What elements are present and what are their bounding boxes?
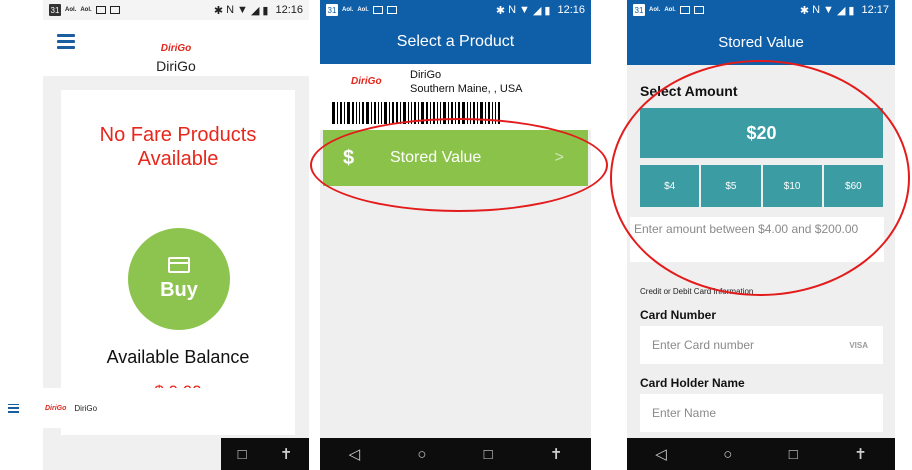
bluetooth-icon: ✱ <box>213 4 224 17</box>
chevron-right-icon: > <box>554 149 564 166</box>
select-amount-heading: Select Amount <box>640 83 738 99</box>
image-icon <box>693 6 704 14</box>
calendar-icon: 31 <box>633 4 645 16</box>
android-nav-bar: □ ✝ <box>221 438 309 470</box>
status-bar: 31 Aol. Aol. ✱ N ▼ ◢ ▮ 12:17 <box>627 0 895 20</box>
dollar-icon: $ <box>343 146 355 169</box>
accessibility-icon[interactable]: ✝ <box>280 445 293 463</box>
agency-info: DiriGo DiriGo Southern Maine, , USA <box>320 64 591 130</box>
collapsed-app-header: DiriGo DiriGo <box>0 388 220 428</box>
wifi-icon: ▼ <box>519 4 530 16</box>
app-title: DiriGo <box>74 403 98 413</box>
card-number-label: Card Number <box>640 308 717 322</box>
product-label: Stored Value <box>390 149 482 166</box>
buy-button[interactable]: Buy <box>128 228 230 330</box>
accessibility-icon[interactable]: ✝ <box>550 445 563 463</box>
home-icon[interactable]: ○ <box>417 446 426 463</box>
calendar-icon: 31 <box>326 4 338 16</box>
credit-card-hand-icon <box>168 256 190 273</box>
bluetooth-icon: ✱ <box>799 4 810 17</box>
battery-icon: ▮ <box>262 4 269 17</box>
battery-icon: ▮ <box>848 4 855 17</box>
nfc-icon: N <box>226 4 235 16</box>
agency-logo: DiriGo <box>351 76 382 87</box>
app-header: DiriGo DiriGo <box>43 20 309 76</box>
app-title: DiriGo <box>156 58 196 74</box>
menu-icon[interactable] <box>8 403 19 413</box>
signal-icon: ◢ <box>250 4 260 17</box>
back-icon[interactable]: ◁ <box>655 445 667 463</box>
available-balance-label: Available Balance <box>106 347 250 367</box>
balance-card: No Fare Products Available Buy Available… <box>61 90 295 435</box>
image-icon <box>386 6 397 14</box>
page-title: Stored Value <box>627 20 895 65</box>
calendar-icon: 31 <box>49 4 61 16</box>
accessibility-icon[interactable]: ✝ <box>854 445 867 463</box>
status-bar: 31 Aol. Aol. ✱ N ▼ ◢ ▮ 12:16 <box>320 0 591 20</box>
agency-logo: DiriGo <box>160 43 192 54</box>
recents-icon[interactable]: □ <box>789 446 798 463</box>
recents-icon[interactable]: □ <box>484 446 493 463</box>
amount-option-5[interactable]: $5 <box>701 165 761 207</box>
amount-option-10[interactable]: $10 <box>762 165 822 207</box>
gallery-icon <box>679 6 690 14</box>
agency-logo: DiriGo <box>45 404 67 412</box>
agency-location: Southern Maine, , USA <box>410 83 523 95</box>
status-time: 12:16 <box>557 4 585 16</box>
page-title: Select a Product <box>320 20 591 64</box>
product-stored-value[interactable]: $ Stored Value > <box>323 130 588 186</box>
home-icon[interactable]: ○ <box>723 446 732 463</box>
barcode <box>332 102 578 124</box>
status-time: 12:16 <box>275 4 303 16</box>
aol-icon: Aol. <box>649 7 661 13</box>
battery-icon: ▮ <box>544 4 551 17</box>
status-bar: 31 Aol. Aol. ✱ N ▼ ◢ ▮ 12:16 <box>43 0 309 20</box>
buy-button-label: Buy <box>160 278 198 301</box>
aol-icon: Aol. <box>664 7 676 13</box>
signal-icon: ◢ <box>836 4 846 17</box>
gallery-icon <box>372 6 383 14</box>
android-nav-bar: ◁ ○ □ ✝ <box>627 438 895 470</box>
amount-option-4[interactable]: $4 <box>640 165 700 207</box>
phone-screen-select-product: 31 Aol. Aol. ✱ N ▼ ◢ ▮ 12:16 Select a Pr… <box>320 0 591 470</box>
recents-icon[interactable]: □ <box>238 446 247 463</box>
bluetooth-icon: ✱ <box>495 4 506 17</box>
amount-options: $4 $5 $10 $60 <box>640 165 883 207</box>
custom-amount-input[interactable]: Enter amount between $4.00 and $200.00 <box>630 217 884 262</box>
wifi-icon: ▼ <box>237 4 248 16</box>
phone-screen-stored-value: 31 Aol. Aol. ✱ N ▼ ◢ ▮ 12:17 Stored Valu… <box>627 0 895 470</box>
amount-option-60[interactable]: $60 <box>823 165 883 207</box>
card-holder-input[interactable]: Enter Name <box>640 394 883 432</box>
card-number-input[interactable]: Enter Card number VISA <box>640 326 883 364</box>
nfc-icon: N <box>812 4 821 16</box>
back-icon[interactable]: ◁ <box>349 445 361 463</box>
aol-icon: Aol. <box>80 7 92 13</box>
aol-icon: Aol. <box>65 7 77 13</box>
status-time: 12:17 <box>861 4 889 16</box>
aol-icon: Aol. <box>342 7 354 13</box>
wifi-icon: ▼ <box>823 4 834 16</box>
card-holder-label: Card Holder Name <box>640 376 745 390</box>
gallery-icon <box>95 6 106 14</box>
card-info-label: Credit or Debit Card Information <box>640 287 754 296</box>
nfc-icon: N <box>508 4 517 16</box>
agency-name: DiriGo <box>410 69 442 81</box>
card-number-placeholder: Enter Card number <box>652 338 755 352</box>
selected-amount-button[interactable]: $20 <box>640 108 883 158</box>
visa-icon: VISA <box>849 340 868 350</box>
aol-icon: Aol. <box>357 7 369 13</box>
no-fare-message: No Fare Products Available <box>99 124 257 170</box>
card-holder-placeholder: Enter Name <box>652 406 717 420</box>
signal-icon: ◢ <box>532 4 542 17</box>
image-icon <box>109 6 120 14</box>
android-nav-bar: ◁ ○ □ ✝ <box>320 438 591 470</box>
